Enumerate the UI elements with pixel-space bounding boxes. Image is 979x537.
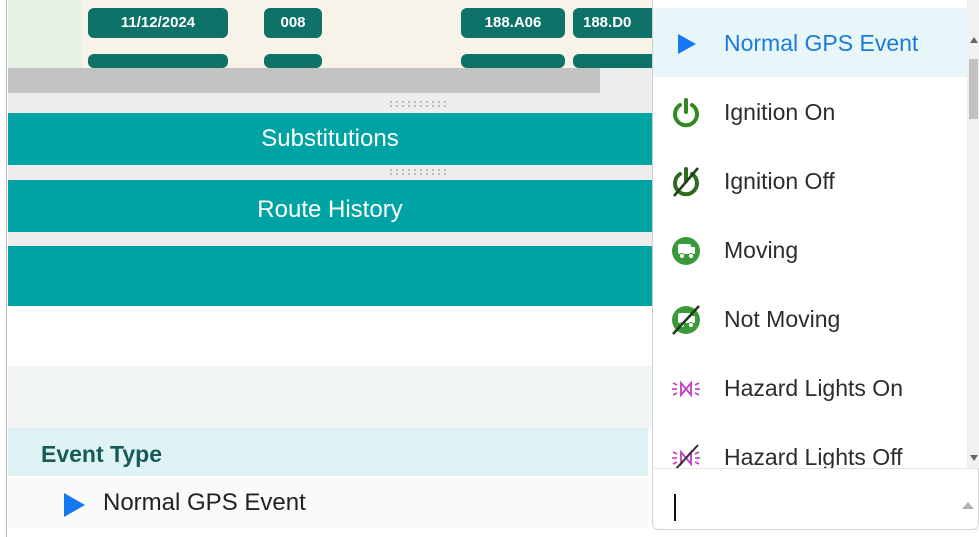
event-type-header: Event Type [8, 428, 648, 476]
substitutions-panel-header[interactable]: Substitutions [8, 113, 652, 165]
play-triangle-icon [64, 493, 85, 517]
event-type-selected-row[interactable]: Normal GPS Event [8, 478, 648, 528]
scroll-down-arrow-icon[interactable] [970, 455, 978, 461]
horizontal-scroll-thumb[interactable] [8, 68, 600, 93]
splitter-grip-2[interactable] [388, 168, 446, 176]
option-label: Hazard Lights On [724, 375, 903, 401]
option-label: Ignition On [724, 99, 836, 125]
splitter-grip-1[interactable] [388, 100, 446, 108]
dropdown-search-box[interactable] [652, 468, 979, 530]
hazard-lights-icon [672, 380, 700, 398]
play-triangle-icon [678, 34, 696, 54]
content-area [8, 306, 652, 366]
option-moving[interactable]: Moving [653, 215, 967, 284]
option-ignition-on[interactable]: Ignition On [653, 77, 967, 146]
app-viewport: 11/12/2024 008 188.A06 188.D0 Substituti… [0, 0, 979, 537]
third-panel-header[interactable] [8, 246, 652, 306]
option-not-moving[interactable]: Not Moving [653, 284, 967, 353]
option-normal-gps-event[interactable]: Normal GPS Event [653, 8, 967, 77]
substitutions-label: Substitutions [261, 125, 399, 152]
dropdown-scrollbar[interactable] [967, 0, 979, 468]
route-history-panel-header[interactable]: Route History [8, 180, 652, 232]
vehicle-moving-icon [672, 237, 700, 265]
route-history-label: Route History [257, 196, 403, 223]
event-type-title: Event Type [41, 441, 162, 467]
dropdown-scroll-thumb[interactable] [969, 59, 978, 119]
event-type-selected-label: Normal GPS Event [103, 489, 306, 516]
option-label: Hazard Lights Off [724, 444, 903, 468]
power-off-icon [673, 167, 699, 197]
option-hazard-lights-on[interactable]: Hazard Lights On [653, 353, 967, 422]
option-ignition-off[interactable]: Ignition Off [653, 146, 967, 215]
option-label: Not Moving [724, 306, 841, 332]
power-icon [673, 98, 699, 128]
hazard-lights-off-icon [672, 444, 700, 468]
option-label: Moving [724, 237, 799, 263]
schedule-row[interactable]: 11/12/2024 008 188.A06 188.D0 [8, 0, 652, 68]
vehicle-not-moving-icon [672, 305, 700, 335]
stop-badge-1-next[interactable] [461, 54, 565, 68]
row-indicator-cell [8, 0, 82, 68]
text-cursor [674, 494, 676, 521]
date-badge[interactable]: 11/12/2024 [88, 8, 228, 38]
stop-badge-2-next[interactable] [573, 54, 652, 68]
option-label: Ignition Off [724, 168, 835, 194]
option-hazard-lights-off[interactable]: Hazard Lights Off [653, 422, 967, 468]
splitter-3[interactable] [8, 232, 652, 246]
splitter-1[interactable] [8, 93, 652, 113]
left-border [6, 0, 7, 537]
scroll-up-arrow-icon[interactable] [970, 37, 978, 43]
horizontal-scrollbar[interactable] [8, 68, 652, 93]
dropdown-search-input[interactable] [669, 491, 939, 519]
route-badge-next[interactable] [264, 54, 322, 68]
stop-badge-1[interactable]: 188.A06 [461, 8, 565, 38]
event-type-dropdown[interactable]: Normal GPS Event Ignition On Ignition Of… [652, 0, 979, 468]
option-label: Normal GPS Event [724, 30, 919, 56]
form-area [8, 366, 652, 428]
route-badge[interactable]: 008 [264, 8, 322, 38]
splitter-2[interactable] [8, 165, 652, 180]
collapse-arrow-icon[interactable] [962, 502, 974, 509]
stop-badge-2[interactable]: 188.D0 [573, 8, 652, 38]
date-badge-next[interactable] [88, 54, 228, 68]
